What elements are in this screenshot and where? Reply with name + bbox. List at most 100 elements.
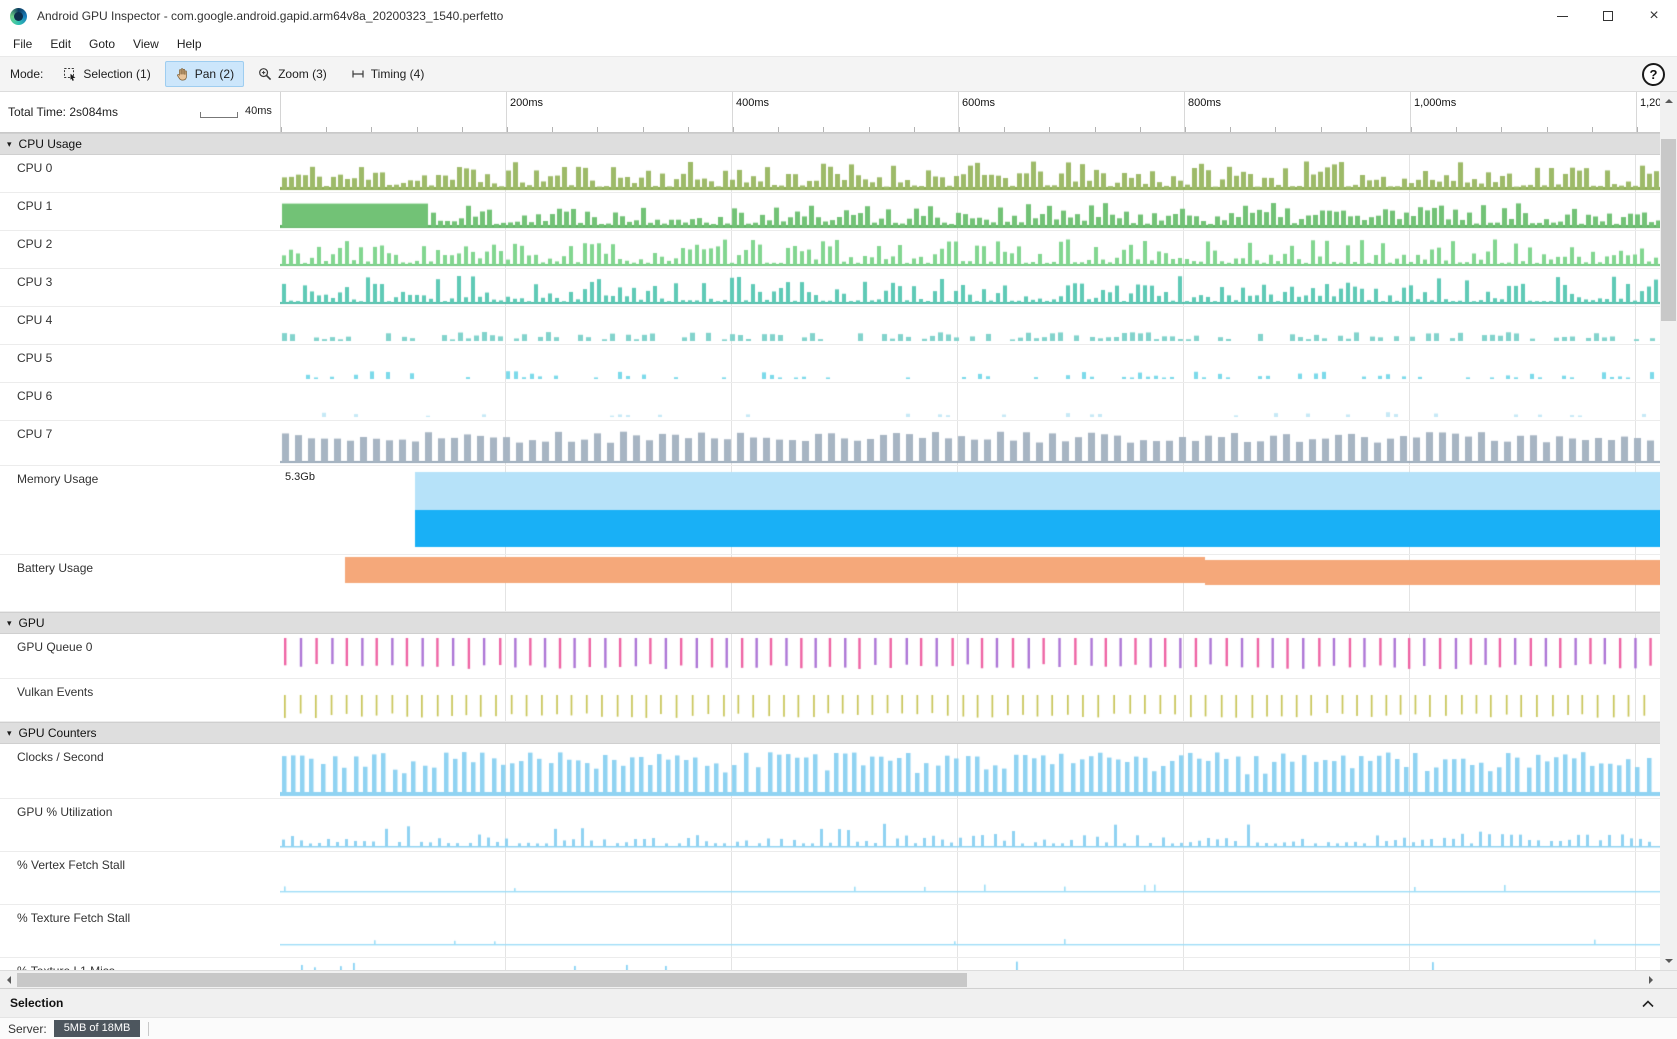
scrollbar-corner bbox=[1660, 970, 1677, 988]
track-label-texture-fetch-stall: % Texture Fetch Stall bbox=[0, 905, 280, 957]
track-label-clocks-second: Clocks / Second bbox=[0, 744, 280, 798]
track-chart-gpu-queue-0[interactable] bbox=[280, 634, 1660, 678]
scale-bracket-icon bbox=[200, 112, 238, 118]
track-label-cpu-0: CPU 0 bbox=[0, 155, 280, 192]
track-canvas-cpu-1 bbox=[280, 193, 1660, 230]
ruler-minor-tick bbox=[1592, 127, 1593, 132]
menu-goto[interactable]: Goto bbox=[80, 34, 124, 54]
track-chart-cpu-1[interactable] bbox=[280, 193, 1660, 230]
track-label-cpu-7: CPU 7 bbox=[0, 421, 280, 465]
track-row-cpu-0: CPU 0 bbox=[0, 155, 1660, 193]
vertical-scrollbar[interactable] bbox=[1660, 92, 1677, 970]
pan-mode-button[interactable]: Pan (2) bbox=[165, 61, 244, 87]
expand-panel-chevron-icon[interactable] bbox=[1641, 999, 1655, 1008]
total-time-label: Total Time: 2s084ms bbox=[8, 105, 118, 119]
ruler-minor-tick bbox=[597, 127, 598, 132]
ruler-summary: Total Time: 2s084ms 40ms bbox=[0, 92, 280, 132]
maximize-button[interactable] bbox=[1585, 0, 1631, 32]
ruler-minor-tick bbox=[1275, 127, 1276, 132]
track-canvas-texture-fetch-stall bbox=[280, 905, 1660, 957]
selection-panel-header[interactable]: Selection bbox=[0, 988, 1677, 1017]
statusbar-separator bbox=[148, 1022, 149, 1036]
status-bar: Server: 5MB of 18MB bbox=[0, 1017, 1677, 1039]
track-canvas-cpu-7 bbox=[280, 421, 1660, 465]
timing-mode-button[interactable]: Timing (4) bbox=[341, 61, 435, 87]
track-chart-gpu-utilization[interactable] bbox=[280, 799, 1660, 851]
track-chart-clocks-second[interactable] bbox=[280, 744, 1660, 798]
menu-help[interactable]: Help bbox=[168, 34, 211, 54]
maximize-icon bbox=[1603, 11, 1613, 21]
zoom-mode-button[interactable]: Zoom (3) bbox=[248, 61, 337, 87]
track-row-texture-l1-miss: % Texture L1 Miss bbox=[0, 958, 1660, 970]
track-chart-cpu-4[interactable] bbox=[280, 307, 1660, 344]
ruler-minor-tick bbox=[778, 127, 779, 132]
help-button[interactable]: ? bbox=[1642, 63, 1665, 86]
collapse-icon: ▾ bbox=[7, 728, 12, 739]
ruler-minor-tick bbox=[1547, 127, 1548, 132]
track-row-gpu-utilization: GPU % Utilization bbox=[0, 799, 1660, 852]
horizontal-scrollbar[interactable] bbox=[0, 970, 1660, 988]
track-canvas-cpu-3 bbox=[280, 269, 1660, 306]
track-chart-cpu-5[interactable] bbox=[280, 345, 1660, 382]
track-label-cpu-6: CPU 6 bbox=[0, 383, 280, 420]
track-row-cpu-4: CPU 4 bbox=[0, 307, 1660, 345]
ruler-minor-tick bbox=[507, 127, 508, 132]
track-chart-battery-usage[interactable] bbox=[280, 555, 1660, 611]
track-chart-vertex-fetch-stall[interactable] bbox=[280, 852, 1660, 904]
track-row-cpu-2: CPU 2 bbox=[0, 231, 1660, 269]
server-label: Server: bbox=[8, 1022, 47, 1036]
down-arrow-icon bbox=[1665, 959, 1673, 967]
left-arrow-icon bbox=[3, 976, 11, 984]
ruler-minor-tick bbox=[1140, 127, 1141, 132]
ruler-tick-label: 1,200ms bbox=[1640, 97, 1660, 109]
track-chart-texture-fetch-stall[interactable] bbox=[280, 905, 1660, 957]
minimize-button[interactable] bbox=[1539, 0, 1585, 32]
track-chart-cpu-2[interactable] bbox=[280, 231, 1660, 268]
ruler-ticks[interactable]: 200ms400ms600ms800ms1,000ms1,200ms bbox=[280, 92, 1660, 132]
mode-toolbar: Mode: Selection (1) Pan (2) Zoom (3) Tim… bbox=[0, 56, 1677, 92]
track-chart-texture-l1-miss[interactable] bbox=[280, 958, 1660, 970]
track-row-battery-usage: Battery Usage bbox=[0, 555, 1660, 612]
menu-view[interactable]: View bbox=[124, 34, 168, 54]
track-chart-cpu-6[interactable] bbox=[280, 383, 1660, 420]
track-chart-cpu-3[interactable] bbox=[280, 269, 1660, 306]
track-canvas-cpu-6 bbox=[280, 383, 1660, 420]
selection-mode-button[interactable]: Selection (1) bbox=[53, 61, 160, 87]
section-label-gpu: GPU bbox=[19, 616, 45, 630]
scroll-up-arrow[interactable] bbox=[1660, 92, 1677, 109]
track-row-memory-usage: Memory Usage5.3Gb bbox=[0, 466, 1660, 555]
track-row-cpu-3: CPU 3 bbox=[0, 269, 1660, 307]
ruler-minor-tick bbox=[417, 127, 418, 132]
track-row-cpu-7: CPU 7 bbox=[0, 421, 1660, 466]
track-label-gpu-utilization: GPU % Utilization bbox=[0, 799, 280, 851]
menu-file[interactable]: File bbox=[4, 34, 41, 54]
ruler-gridline bbox=[1410, 92, 1411, 132]
track-canvas-cpu-4 bbox=[280, 307, 1660, 344]
track-chart-vulkan-events[interactable] bbox=[280, 679, 1660, 721]
ruler-minor-tick bbox=[643, 127, 644, 132]
track-chart-cpu-7[interactable] bbox=[280, 421, 1660, 465]
section-header-gpu-counters[interactable]: ▾GPU Counters bbox=[0, 722, 1660, 744]
collapse-icon: ▾ bbox=[7, 139, 12, 150]
ruler-tick-label: 200ms bbox=[510, 97, 543, 109]
track-canvas-gpu-queue-0 bbox=[280, 634, 1660, 678]
track-label-cpu-2: CPU 2 bbox=[0, 231, 280, 268]
window-title: Android GPU Inspector - com.google.andro… bbox=[37, 9, 503, 23]
vertical-scrollbar-thumb[interactable] bbox=[1661, 139, 1676, 321]
horizontal-scrollbar-thumb[interactable] bbox=[17, 973, 967, 987]
section-header-cpu-usage[interactable]: ▾CPU Usage bbox=[0, 133, 1660, 155]
ruler-minor-tick bbox=[1004, 127, 1005, 132]
scroll-right-arrow[interactable] bbox=[1643, 971, 1660, 988]
track-canvas-clocks-second bbox=[280, 744, 1660, 798]
track-chart-memory-usage[interactable]: 5.3Gb bbox=[280, 466, 1660, 554]
ruler-minor-tick bbox=[1230, 127, 1231, 132]
scroll-left-arrow[interactable] bbox=[0, 971, 17, 988]
selection-panel-title: Selection bbox=[10, 996, 63, 1010]
track-chart-cpu-0[interactable] bbox=[280, 155, 1660, 192]
ruler-minor-tick bbox=[733, 127, 734, 132]
section-header-gpu[interactable]: ▾GPU bbox=[0, 612, 1660, 634]
scroll-down-arrow[interactable] bbox=[1660, 953, 1677, 970]
ruler-minor-tick bbox=[326, 127, 327, 132]
menu-edit[interactable]: Edit bbox=[41, 34, 80, 54]
close-button[interactable]: × bbox=[1631, 0, 1677, 32]
